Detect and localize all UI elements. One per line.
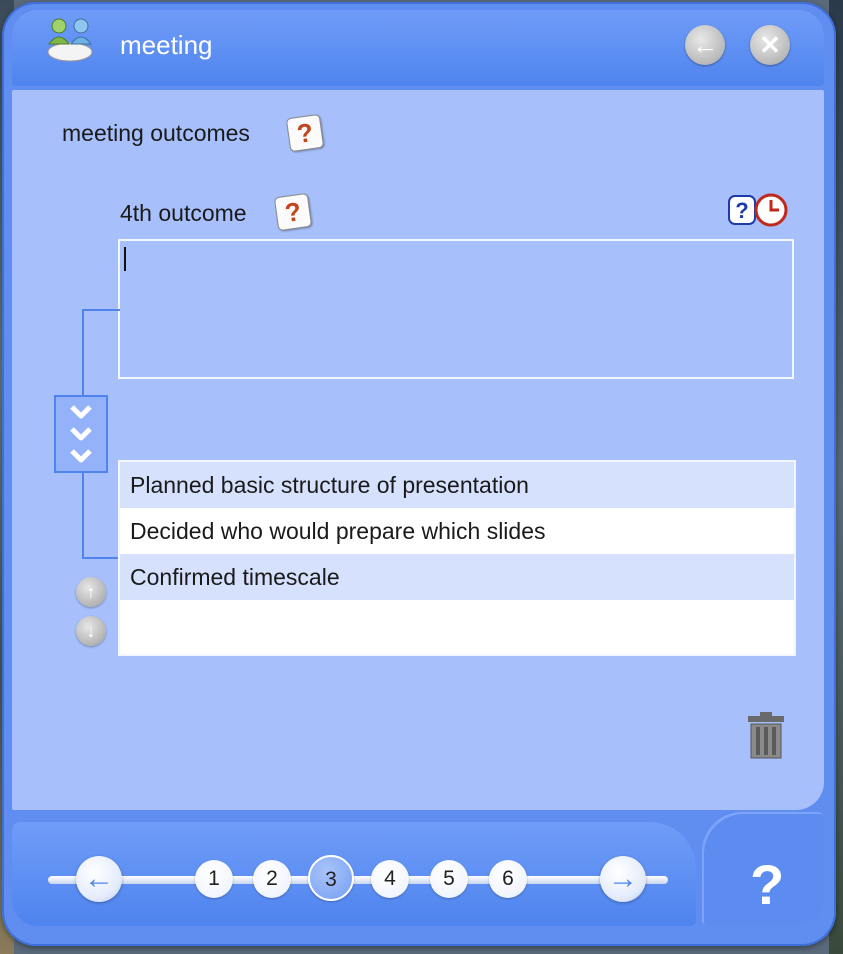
list-item[interactable]: Planned basic structure of presentation bbox=[120, 462, 794, 508]
back-button[interactable]: ← bbox=[685, 25, 725, 65]
arrow-right-icon: → bbox=[608, 862, 638, 895]
move-down-button[interactable]: ↓ bbox=[76, 616, 106, 646]
chevron-down-icon bbox=[70, 427, 92, 441]
arrow-down-icon: ↓ bbox=[86, 621, 96, 641]
chevron-down-icon bbox=[70, 405, 92, 419]
arrow-up-icon: ↑ bbox=[86, 582, 96, 602]
question-icon: ? bbox=[283, 196, 303, 228]
arrow-left-icon: ← bbox=[692, 30, 718, 60]
page-3-button[interactable]: 3 bbox=[308, 855, 354, 901]
arrow-left-icon: ← bbox=[84, 862, 114, 895]
close-icon: ✕ bbox=[759, 30, 781, 60]
page-1-button[interactable]: 1 bbox=[195, 860, 233, 898]
next-page-button[interactable]: → bbox=[600, 856, 646, 902]
list-item[interactable]: Confirmed timescale bbox=[120, 554, 794, 600]
page-5-button[interactable]: 5 bbox=[430, 860, 468, 898]
meeting-people-icon bbox=[47, 18, 93, 62]
previous-page-button[interactable]: ← bbox=[76, 856, 122, 902]
pager-track bbox=[48, 876, 668, 884]
trash-icon[interactable] bbox=[746, 712, 786, 760]
help-clock-button[interactable]: ? bbox=[727, 192, 791, 228]
list-item[interactable]: Decided who would prepare which slides bbox=[120, 508, 794, 554]
chevron-down-icon bbox=[70, 449, 92, 463]
page-6-button[interactable]: 6 bbox=[489, 860, 527, 898]
outcomes-list: Planned basic structure of presentation … bbox=[118, 460, 796, 656]
window-title: meeting bbox=[120, 30, 213, 60]
text-caret bbox=[124, 247, 126, 271]
field-label: 4th outcome bbox=[120, 200, 247, 226]
help-question-icon: ? bbox=[750, 853, 785, 916]
help-badge-field[interactable]: ? bbox=[273, 192, 313, 232]
outcome-textarea[interactable] bbox=[118, 239, 794, 379]
svg-text:?: ? bbox=[735, 198, 748, 223]
move-up-button[interactable]: ↑ bbox=[76, 577, 106, 607]
close-button[interactable]: ✕ bbox=[750, 25, 790, 65]
question-icon: ? bbox=[295, 117, 315, 149]
help-badge-heading[interactable]: ? bbox=[285, 113, 325, 153]
connector-bottom bbox=[82, 473, 120, 559]
add-to-list-button[interactable] bbox=[54, 395, 108, 473]
page-2-button[interactable]: 2 bbox=[253, 860, 291, 898]
page-4-button[interactable]: 4 bbox=[371, 860, 409, 898]
section-heading: meeting outcomes bbox=[62, 120, 250, 146]
list-item[interactable] bbox=[120, 600, 794, 646]
content-panel bbox=[12, 90, 824, 810]
connector-top bbox=[82, 309, 120, 397]
